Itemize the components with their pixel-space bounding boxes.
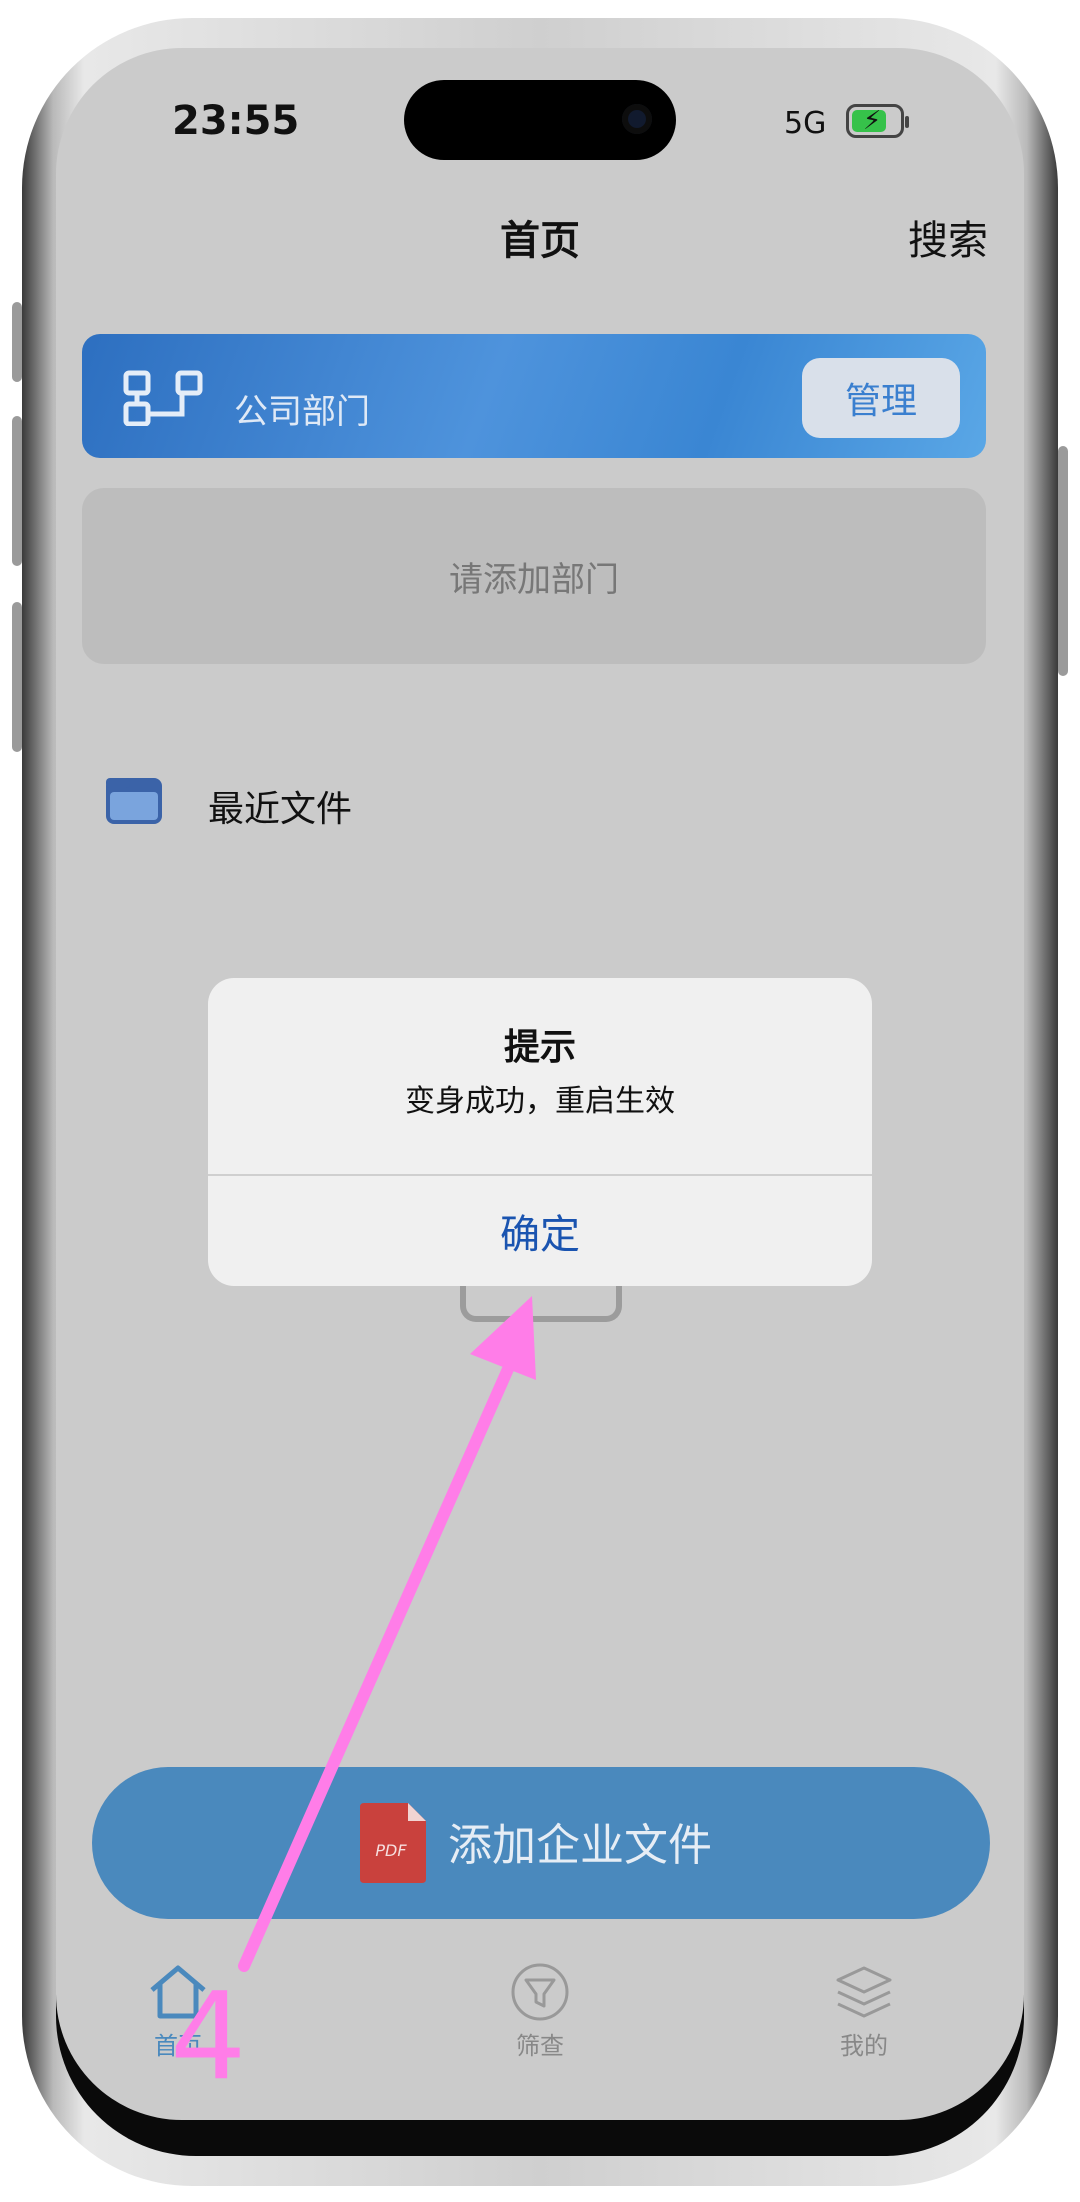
add-department-placeholder[interactable]: 请添加部门 <box>82 488 986 664</box>
tab-home[interactable]: 首页 <box>98 1962 258 2061</box>
home-icon <box>150 1965 206 2019</box>
dialog-message: 变身成功，重启生效 <box>405 1084 675 1119</box>
dynamic-island <box>404 80 676 160</box>
recent-files-row[interactable]: 最近文件 <box>104 766 704 838</box>
tab-filter[interactable]: 筛查 <box>460 1962 620 2061</box>
add-enterprise-file-label: 添加企业文件 <box>448 1820 712 1871</box>
battery-icon: ⚡ <box>846 104 909 138</box>
pdf-icon-text: PDF <box>375 1841 407 1860</box>
recent-files-label: 最近文件 <box>208 789 353 830</box>
confirm-button[interactable]: 确定 <box>208 1176 872 1286</box>
network-indicator: 5G <box>784 106 827 141</box>
tab-mine-label: 我的 <box>840 2032 888 2060</box>
screen: 23:55 5G ⚡ 首页 搜索 公司部门 管理 请添加部门 最近文件 PDF … <box>56 48 1024 2120</box>
add-enterprise-file-button[interactable]: PDF 添加企业文件 <box>92 1767 990 1919</box>
tab-mine[interactable]: 我的 <box>784 1962 944 2061</box>
dialog-title: 提示 <box>503 1027 576 1068</box>
org-chart-icon <box>123 370 203 426</box>
folder-icon <box>106 778 162 824</box>
tab-home-label: 首页 <box>154 2032 202 2060</box>
search-button[interactable]: 搜索 <box>908 208 988 266</box>
side-button <box>1058 446 1068 676</box>
alert-dialog: 提示 变身成功，重启生效 确定 <box>208 978 872 1286</box>
department-label: 公司部门 <box>234 392 370 432</box>
side-button <box>12 602 22 752</box>
manage-button[interactable]: 管理 <box>802 358 960 438</box>
filter-icon <box>511 1963 569 2021</box>
layers-icon <box>836 1966 892 2018</box>
status-time: 23:55 <box>172 98 300 144</box>
side-button <box>12 416 22 566</box>
camera-icon <box>622 104 652 134</box>
department-banner: 公司部门 管理 <box>82 334 986 458</box>
page-title: 首页 <box>500 218 580 264</box>
side-button <box>12 302 22 382</box>
tab-filter-label: 筛查 <box>516 2032 564 2060</box>
pdf-icon: PDF <box>360 1803 426 1883</box>
